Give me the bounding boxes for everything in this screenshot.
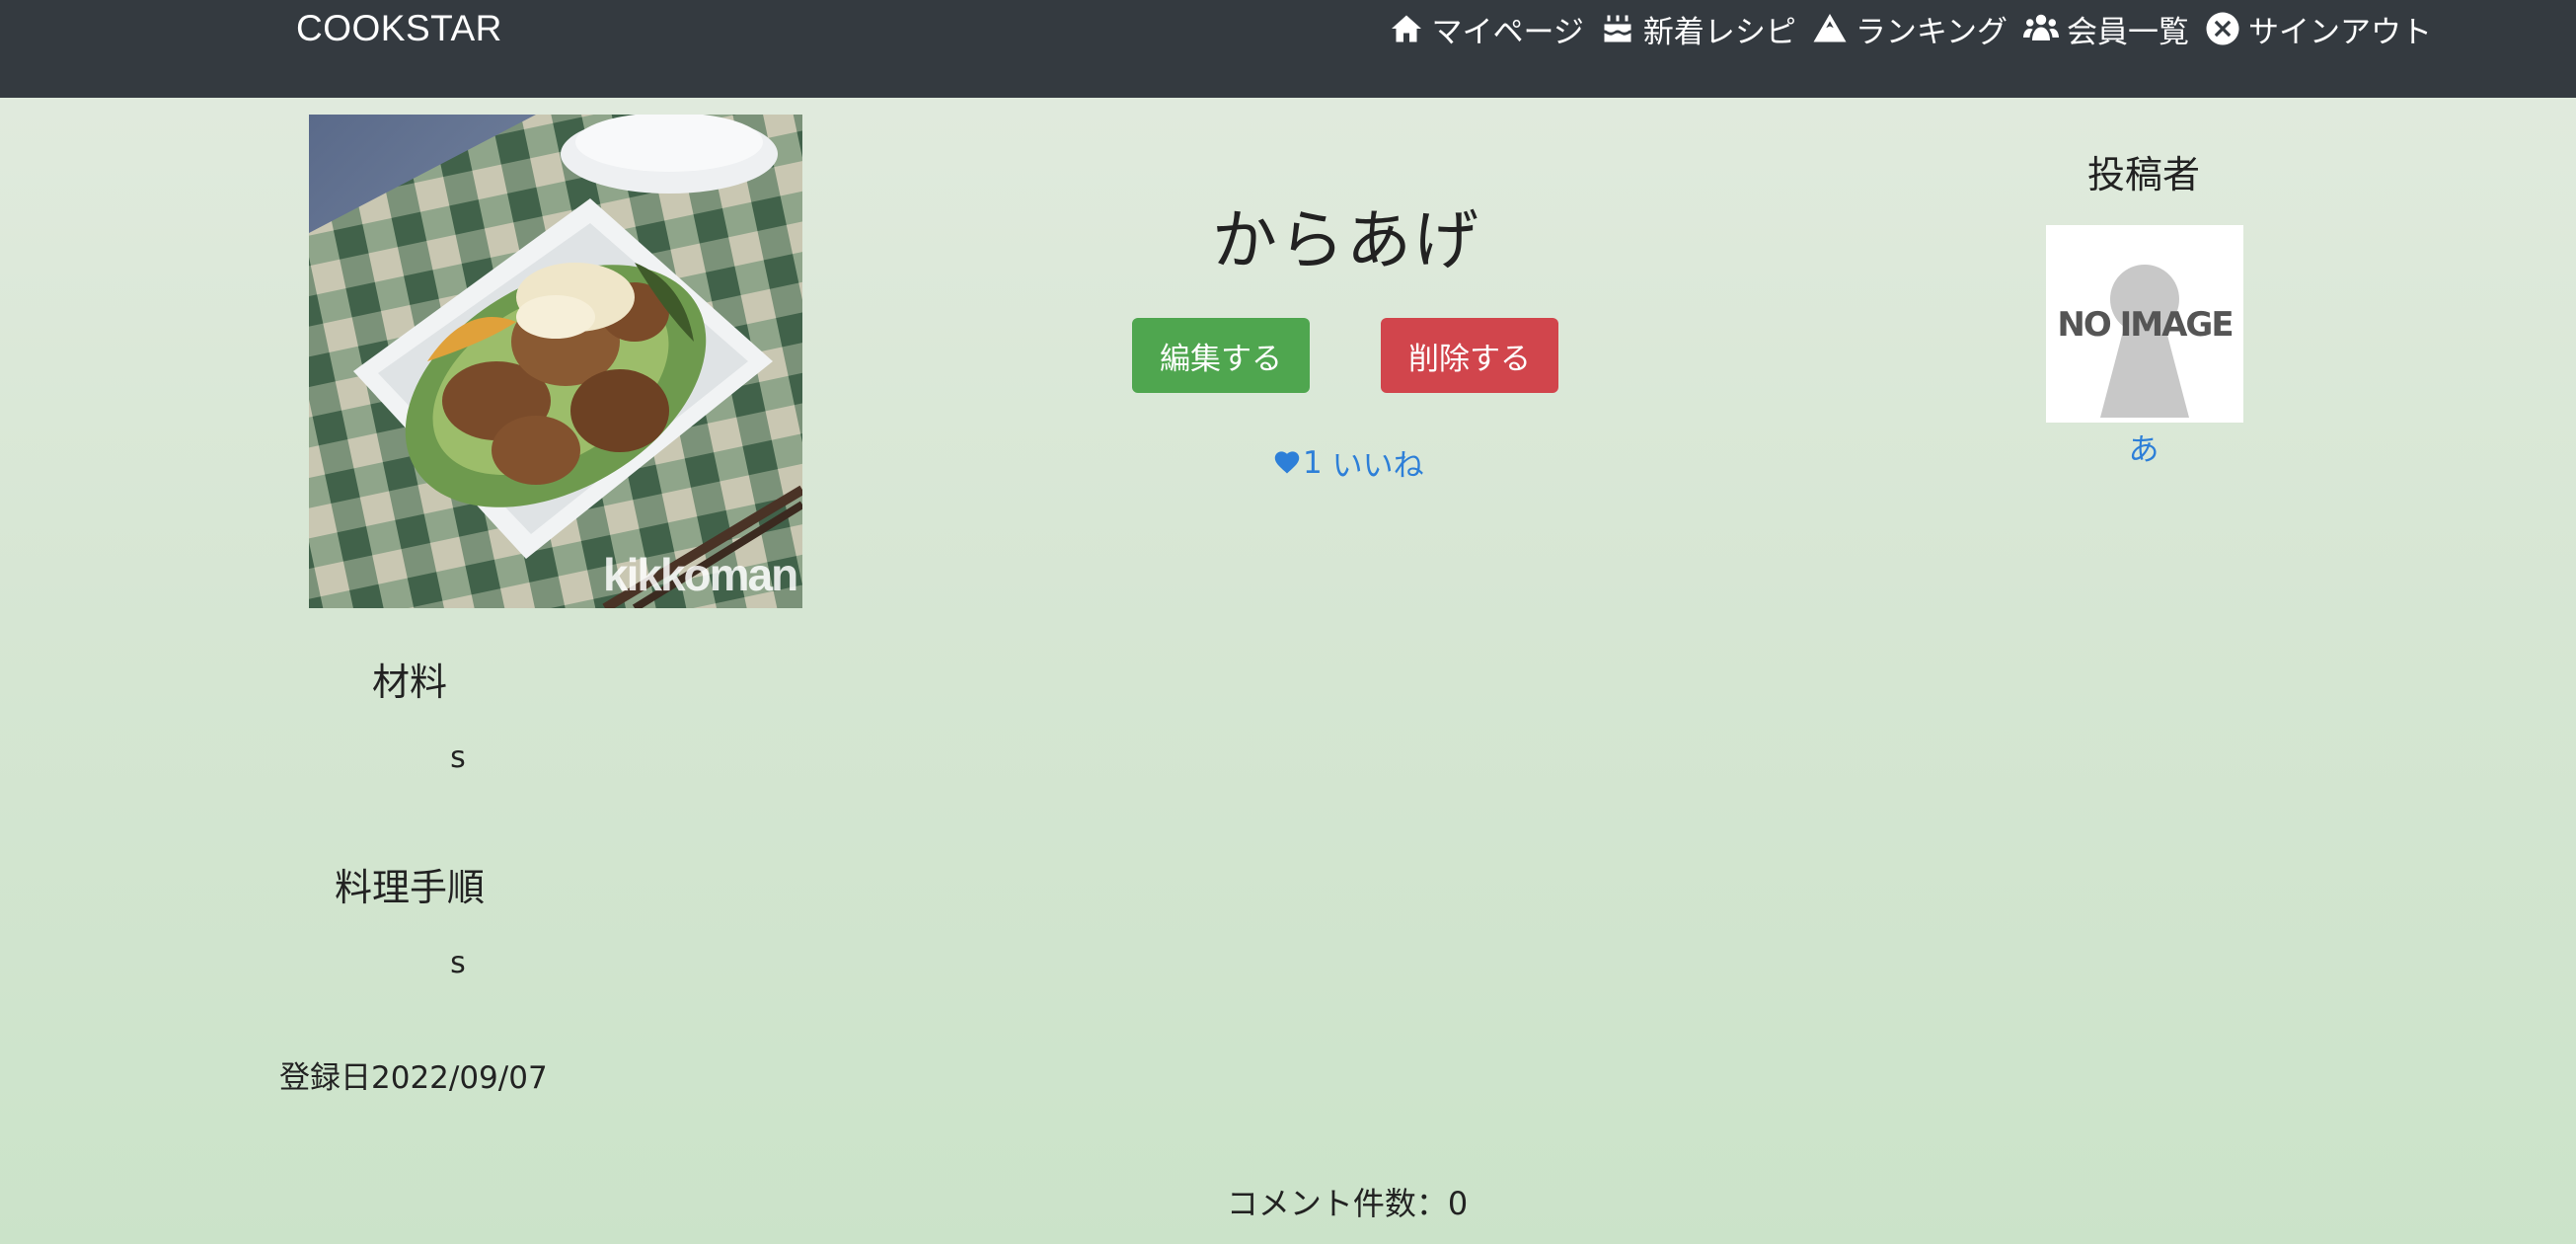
like-count: 1 bbox=[1303, 444, 1323, 481]
registered-date-value: 2022/09/07 bbox=[371, 1060, 548, 1096]
registered-date: 登録日2022/09/07 bbox=[279, 1052, 548, 1097]
home-icon bbox=[1391, 15, 1421, 42]
nav-label: マイページ bbox=[1431, 14, 1584, 50]
nav-item-mypage[interactable]: マイページ bbox=[1389, 7, 1584, 51]
poster-heading: 投稿者 bbox=[2086, 153, 2200, 196]
nav-label: 新着レシピ bbox=[1642, 14, 1796, 50]
nav-item-new-recipes[interactable]: 新着レシピ bbox=[1600, 7, 1796, 51]
nav-item-ranking[interactable]: ランキング bbox=[1812, 7, 2008, 51]
like-label: いいね bbox=[1322, 448, 1424, 484]
registered-label: 登録日 bbox=[279, 1060, 371, 1096]
steps-text: s bbox=[450, 946, 466, 980]
heart-icon bbox=[1274, 450, 1300, 473]
mountain-icon bbox=[1813, 14, 1847, 42]
poster-name-link[interactable]: あ bbox=[2045, 425, 2242, 469]
avatar[interactable]: NO IMAGE bbox=[2046, 225, 2243, 423]
like-button[interactable]: 1 いいね bbox=[1273, 440, 1424, 485]
nav-label: ランキング bbox=[1855, 14, 2008, 50]
avatar-placeholder-text: NO IMAGE bbox=[2057, 305, 2232, 345]
comment-count: コメント件数：0 bbox=[1226, 1185, 1469, 1222]
users-icon bbox=[2023, 14, 2059, 40]
close-circle-icon bbox=[2206, 12, 2239, 45]
brand-logo[interactable]: COOKSTAR bbox=[296, 4, 502, 53]
steps-heading: 料理手順 bbox=[334, 866, 485, 909]
recipe-title: からあげ bbox=[1212, 202, 1480, 278]
top-navbar: COOKSTAR マイページ 新着レシピ ランキング 会員一覧 サインアウト bbox=[0, 0, 2576, 98]
nav-item-members[interactable]: 会員一覧 bbox=[2023, 7, 2189, 51]
nav-label: 会員一覧 bbox=[2067, 14, 2189, 50]
ingredients-text: s bbox=[450, 740, 466, 775]
ingredients-heading: 材料 bbox=[371, 661, 447, 704]
nav-label: サインアウト bbox=[2248, 14, 2432, 50]
image-watermark: kikkoman bbox=[603, 549, 796, 600]
delete-button[interactable]: 削除する bbox=[1381, 318, 1558, 393]
nav-item-signout[interactable]: サインアウト bbox=[2205, 7, 2432, 51]
recipe-image: kikkoman bbox=[309, 115, 802, 608]
nav-links: マイページ 新着レシピ ランキング 会員一覧 サインアウト bbox=[1389, 4, 2432, 53]
cake-icon bbox=[1604, 15, 1631, 42]
edit-button[interactable]: 編集する bbox=[1132, 318, 1310, 393]
